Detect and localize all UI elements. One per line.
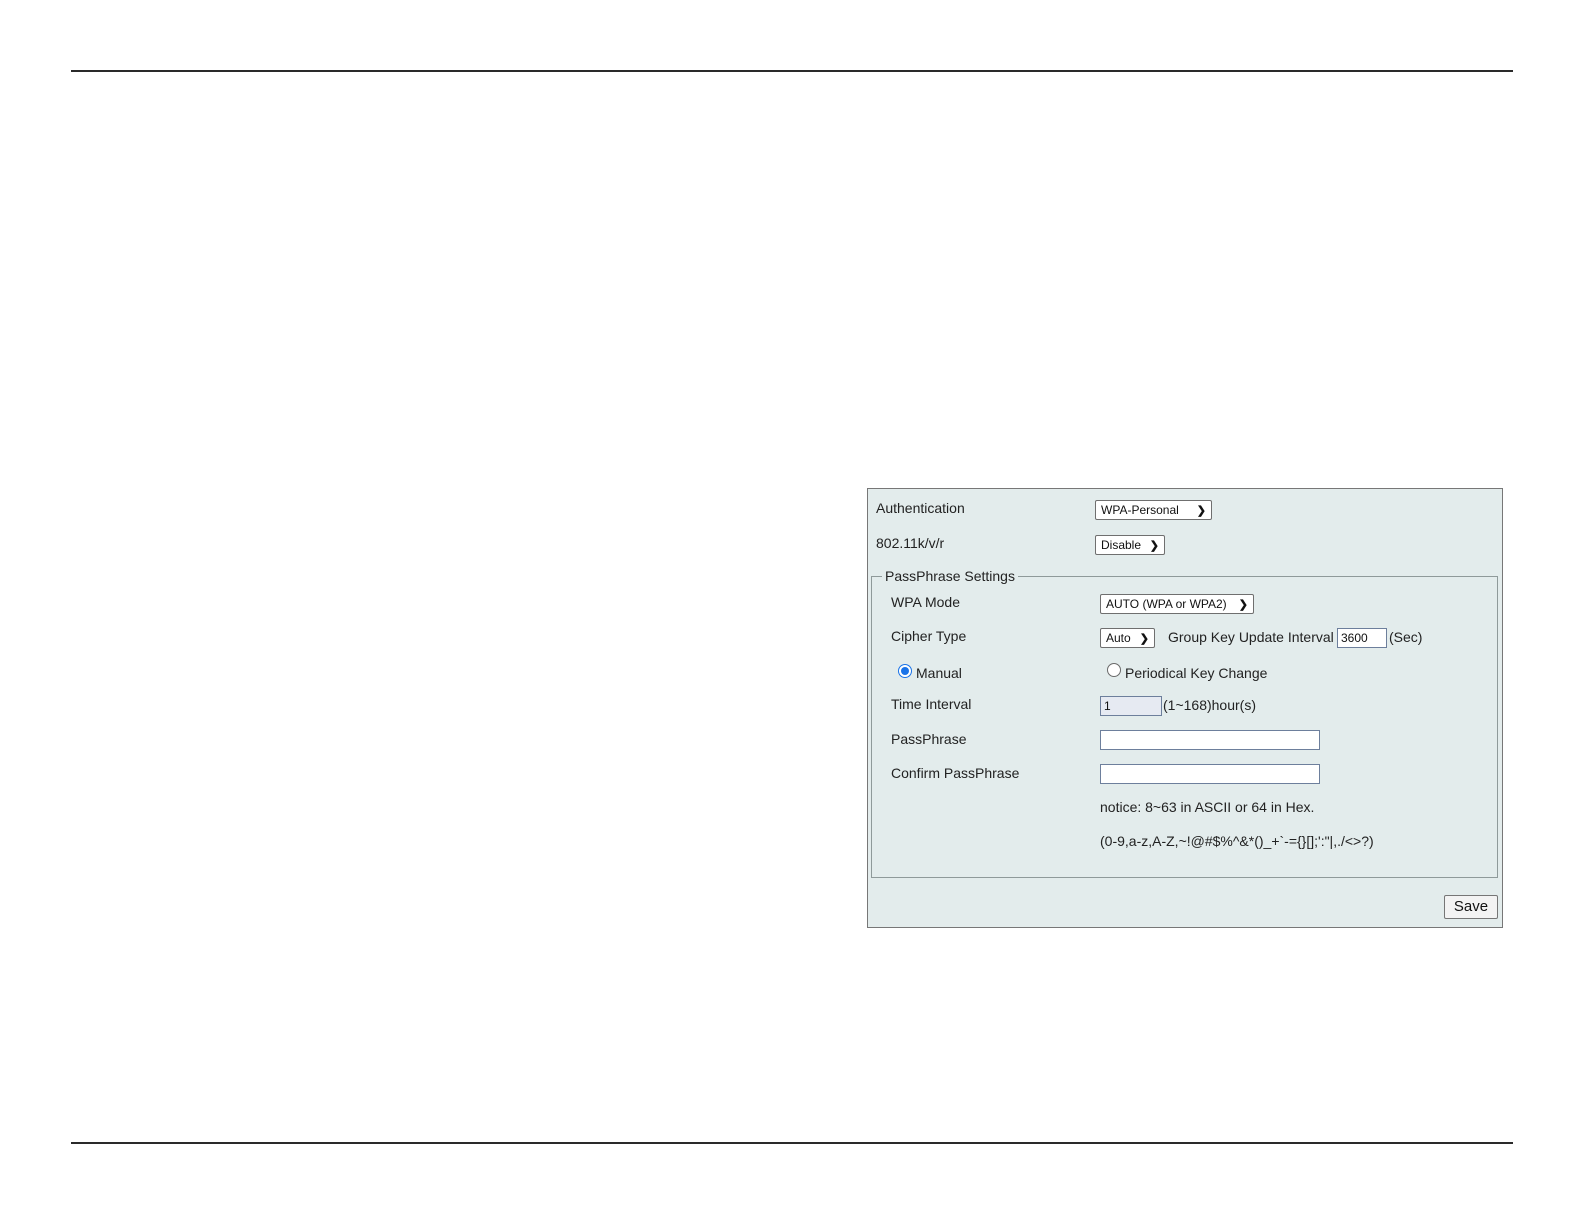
chevron-down-icon: ❯ (1149, 540, 1159, 552)
cipher-type-label: Cipher Type (891, 628, 967, 644)
wireless-security-panel: Authentication WPA-Personal ❯ 802.11k/v/… (867, 488, 1503, 928)
passphrase-label: PassPhrase (891, 731, 967, 747)
wpa-mode-select[interactable]: AUTO (WPA or WPA2) ❯ (1100, 594, 1254, 614)
manual-radio[interactable] (898, 664, 912, 678)
wpa-mode-label: WPA Mode (891, 594, 960, 610)
footer-rule (71, 1142, 1513, 1144)
cipher-type-select[interactable]: Auto ❯ (1100, 628, 1155, 648)
group-key-unit: (Sec) (1389, 629, 1423, 645)
confirm-passphrase-label: Confirm PassPhrase (891, 765, 1020, 781)
passphrase-settings-legend: PassPhrase Settings (885, 568, 1015, 584)
cipher-type-select-value: Auto (1106, 631, 1131, 645)
save-button[interactable]: Save (1444, 895, 1498, 919)
wpa-mode-select-value: AUTO (WPA or WPA2) (1106, 597, 1227, 611)
roaming-select-value: Disable (1101, 538, 1142, 552)
passphrase-notice: notice: 8~63 in ASCII or 64 in Hex. (1100, 799, 1315, 815)
authentication-select-value: WPA-Personal (1101, 503, 1179, 517)
periodical-key-change-radio[interactable] (1107, 663, 1121, 677)
confirm-passphrase-input[interactable] (1100, 764, 1320, 784)
passphrase-input[interactable] (1100, 730, 1320, 750)
time-interval-label: Time Interval (891, 696, 972, 712)
time-interval-range: (1~168)hour(s) (1163, 697, 1256, 713)
roaming-select[interactable]: Disable ❯ (1095, 535, 1165, 555)
allowed-characters-note: (0-9,a-z,A-Z,~!@#$%^&*()_+`-={}[];':"|,.… (1100, 833, 1374, 849)
authentication-label: Authentication (876, 500, 965, 516)
chevron-down-icon: ❯ (1238, 599, 1248, 611)
group-key-label: Group Key Update Interval (1168, 629, 1334, 645)
chevron-down-icon: ❯ (1139, 633, 1149, 645)
manual-radio-label: Manual (916, 665, 962, 681)
authentication-select[interactable]: WPA-Personal ❯ (1095, 500, 1212, 520)
time-interval-input[interactable]: 1 (1100, 696, 1162, 716)
header-rule (71, 70, 1513, 72)
roaming-label: 802.11k/v/r (876, 535, 945, 551)
periodical-key-change-label: Periodical Key Change (1125, 665, 1268, 681)
group-key-interval-input[interactable]: 3600 (1337, 628, 1387, 648)
chevron-down-icon: ❯ (1196, 505, 1206, 517)
